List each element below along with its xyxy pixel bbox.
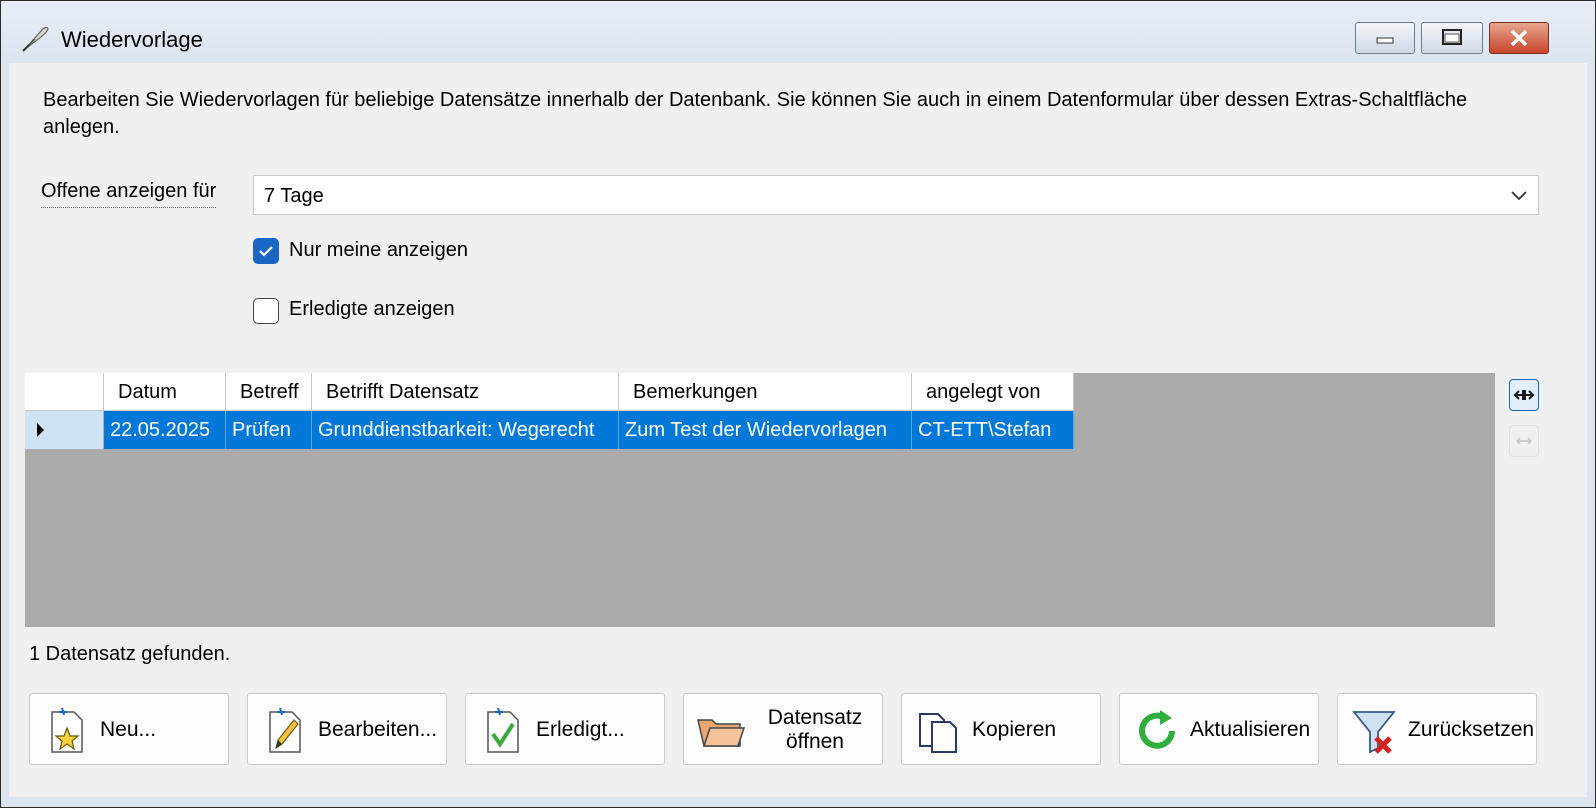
open-record-button[interactable]: Datensatz öffnen	[683, 693, 883, 765]
new-button[interactable]: Neu...	[29, 693, 229, 765]
open-record-button-label: Datensatz öffnen	[754, 694, 876, 766]
wiedervorlage-window: Wiedervorlage Bearbeiten Sie Wiedervorla…	[0, 0, 1596, 808]
chevron-down-icon	[1511, 191, 1527, 201]
period-selected-value: 7 Tage	[264, 185, 324, 207]
maximize-icon	[1442, 29, 1462, 45]
edit-button[interactable]: Bearbeiten...	[247, 693, 447, 765]
open-record-label-line1: Datensatz	[767, 706, 863, 729]
copy-button[interactable]: Kopieren	[901, 693, 1101, 765]
window-title: Wiedervorlage	[61, 27, 203, 52]
checkmark-icon	[259, 246, 273, 257]
grid-corner-header	[25, 373, 104, 411]
show-done-label[interactable]: Erledigte anzeigen	[289, 298, 455, 321]
refresh-button[interactable]: Aktualisieren	[1119, 693, 1319, 765]
dialog-content: Bearbeiten Sie Wiedervorlagen für belieb…	[9, 63, 1587, 797]
table-cell-datum[interactable]: 22.05.2025	[104, 411, 226, 449]
done-button[interactable]: Erledigt...	[465, 693, 665, 765]
show-done-checkbox[interactable]	[253, 298, 279, 324]
open-record-label-line2: öffnen	[785, 730, 844, 753]
description-text: Bearbeiten Sie Wiedervorlagen für belieb…	[43, 89, 1468, 138]
expand-columns-button[interactable]	[1509, 425, 1539, 457]
open-folder-icon	[697, 719, 746, 747]
edit-button-label: Bearbeiten...	[318, 718, 438, 741]
filter-label: Offene anzeigen für	[41, 180, 217, 208]
filter-remove-icon	[1352, 711, 1396, 754]
period-dropdown[interactable]: 7 Tage	[253, 175, 1539, 215]
column-header-bemerkungen[interactable]: Bemerkungen	[619, 373, 912, 411]
quill-icon	[22, 26, 49, 52]
column-header-datum[interactable]: Datum	[104, 373, 226, 411]
table-cell-angelegt-von[interactable]: CT-ETT\Stefan	[912, 411, 1074, 449]
close-icon	[1510, 29, 1528, 47]
current-row-arrow-icon	[37, 423, 44, 437]
column-header-betrifft-datensatz[interactable]: Betrifft Datensatz	[312, 373, 619, 411]
table-cell-betreff[interactable]: Prüfen	[226, 411, 312, 449]
column-header-betreff[interactable]: Betreff	[226, 373, 312, 411]
maximize-button[interactable]	[1421, 22, 1483, 54]
close-button[interactable]	[1489, 22, 1549, 54]
frame-bottom	[1, 797, 1595, 807]
row-header[interactable]	[25, 411, 104, 449]
autosize-columns-button[interactable]	[1509, 379, 1539, 411]
status-text: 1 Datensatz gefunden.	[29, 643, 231, 665]
new-button-label: Neu...	[100, 718, 157, 741]
refresh-button-label: Aktualisieren	[1190, 718, 1311, 741]
table-cell-betrifft-datensatz[interactable]: Grunddienstbarkeit: Wegerecht	[312, 411, 619, 449]
reset-button[interactable]: Zurücksetzen	[1337, 693, 1537, 765]
done-button-label: Erledigt...	[536, 718, 625, 741]
table-cell-bemerkungen[interactable]: Zum Test der Wiedervorlagen	[619, 411, 912, 449]
new-document-star-icon	[51, 707, 83, 753]
minimize-icon	[1376, 37, 1394, 44]
reset-button-label: Zurücksetzen	[1408, 718, 1535, 741]
title-bar[interactable]: Wiedervorlage	[1, 1, 1595, 63]
only-mine-checkbox[interactable]	[253, 238, 279, 264]
copy-icon	[919, 713, 957, 753]
frame-right	[1587, 63, 1595, 807]
column-header-angelegt-von[interactable]: angelegt von	[912, 373, 1074, 411]
frame-left	[1, 63, 9, 807]
expand-columns-icon	[1515, 437, 1533, 445]
fit-columns-icon	[1513, 390, 1535, 400]
done-document-check-icon	[487, 707, 519, 753]
edit-document-pencil-icon	[269, 707, 301, 753]
refresh-icon	[1139, 710, 1175, 749]
minimize-button[interactable]	[1355, 22, 1415, 54]
records-grid[interactable]: Datum Betreff Betrifft Datensatz Bemerku…	[25, 373, 1495, 627]
copy-button-label: Kopieren	[972, 718, 1057, 741]
only-mine-label[interactable]: Nur meine anzeigen	[289, 239, 468, 262]
